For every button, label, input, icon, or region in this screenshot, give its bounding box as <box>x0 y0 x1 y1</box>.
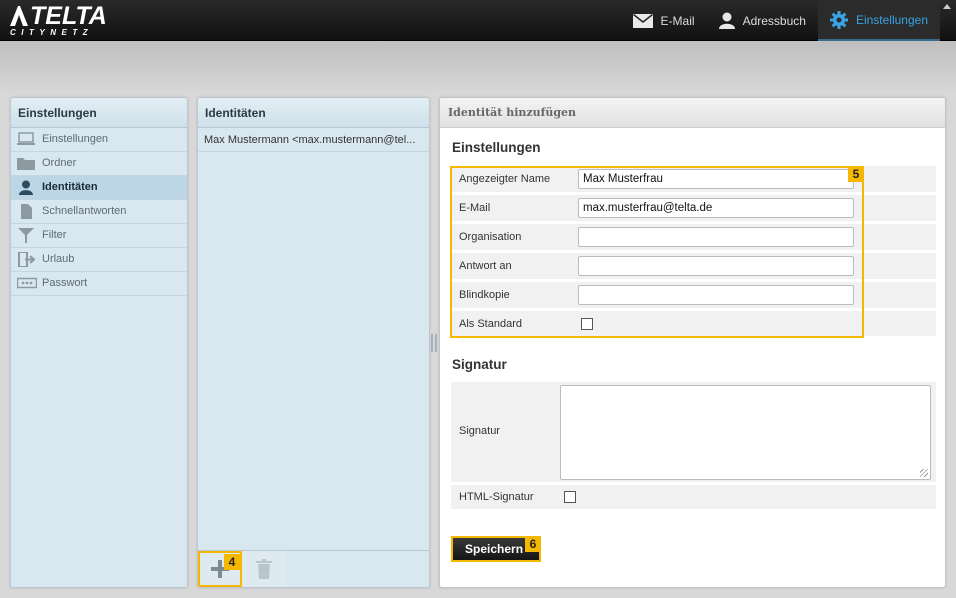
field-row-html-signature: HTML-Signatur <box>451 485 936 509</box>
bcc-label: Blindkopie <box>459 289 510 301</box>
nav-settings[interactable]: Einstellungen <box>817 0 940 41</box>
monitor-icon <box>17 132 35 145</box>
telta-logo[interactable]: TELTA CITYNETZ <box>8 2 118 40</box>
bcc-input[interactable] <box>578 285 854 305</box>
form-panel-title: Identität hinzufügen <box>440 98 945 128</box>
folder-icon <box>17 158 35 170</box>
identity-form-panel: Identität hinzufügen Einstellungen Angez… <box>439 97 946 588</box>
panel-splitter[interactable] <box>431 334 437 352</box>
field-row-reply-to: Antwort an <box>451 253 936 280</box>
field-row-display-name: Angezeigter Name <box>451 166 936 193</box>
sidebar-item-einstellungen[interactable]: Einstellungen <box>11 128 187 152</box>
sidebar-item-label: Urlaub <box>42 253 75 265</box>
identities-panel-title: Identitäten <box>198 98 429 128</box>
logo-text: TELTA <box>30 2 107 30</box>
add-identity-button[interactable]: 4 <box>198 551 242 587</box>
default-label: Als Standard <box>459 318 522 330</box>
nav-addressbook[interactable]: Adressbuch <box>707 0 818 41</box>
header-band <box>0 41 956 91</box>
email-label: E-Mail <box>459 202 491 214</box>
funnel-icon <box>18 228 34 243</box>
signature-section-title: Signatur <box>452 357 507 372</box>
person-icon <box>718 12 735 29</box>
display-name-label: Angezeigter Name <box>459 173 551 185</box>
delete-identity-button[interactable] <box>242 551 286 587</box>
logo-mark-icon <box>10 6 28 26</box>
person-icon <box>19 180 33 195</box>
sidebar-item-label: Schnellantworten <box>42 205 127 217</box>
identities-footer: 4 <box>198 550 429 587</box>
settings-sidebar-title: Einstellungen <box>11 98 187 128</box>
signature-label: Signatur <box>459 425 500 437</box>
sidebar-item-label: Ordner <box>42 157 77 169</box>
exit-icon <box>18 252 35 267</box>
field-row-email: E-Mail <box>451 195 936 222</box>
display-name-input[interactable] <box>578 169 854 189</box>
field-row-bcc: Blindkopie <box>451 282 936 309</box>
field-row-signature: Signatur <box>451 382 936 482</box>
step-badge-4: 4 <box>224 554 240 570</box>
logo-subtext: CITYNETZ <box>10 28 94 37</box>
envelope-icon <box>632 13 653 28</box>
trash-icon <box>256 559 272 579</box>
top-header: TELTA CITYNETZ E-Mail Adressbuch Einstel… <box>0 0 956 41</box>
email-input[interactable] <box>578 198 854 218</box>
settings-section-title: Einstellungen <box>452 140 541 155</box>
sidebar-item-label: Einstellungen <box>42 133 109 145</box>
collapse-caret-icon[interactable] <box>943 4 951 9</box>
sidebar-item-identitaeten[interactable]: Identitäten <box>11 176 187 200</box>
resize-grip-icon[interactable] <box>920 469 928 477</box>
password-icon <box>17 277 37 289</box>
sidebar-item-urlaub[interactable]: Urlaub <box>11 248 187 272</box>
document-icon <box>21 204 32 219</box>
nav-addressbook-label: Adressbuch <box>742 13 806 28</box>
field-row-default: Als Standard <box>451 311 936 337</box>
reply-to-label: Antwort an <box>459 260 512 272</box>
sidebar-item-label: Identitäten <box>42 181 98 193</box>
organisation-input[interactable] <box>578 227 854 247</box>
reply-to-input[interactable] <box>578 256 854 276</box>
sidebar-item-label: Filter <box>42 229 67 241</box>
save-button-label: Speichern <box>465 542 524 556</box>
signature-textarea[interactable] <box>560 385 931 480</box>
html-signature-label: HTML-Signatur <box>459 491 534 503</box>
identities-panel: Identitäten Max Mustermann <max.musterma… <box>197 97 430 588</box>
nav-email-label: E-Mail <box>660 13 695 28</box>
settings-sidebar: Einstellungen Einstellungen Ordner Ident… <box>10 97 188 588</box>
sidebar-item-label: Passwort <box>42 277 88 289</box>
sidebar-item-ordner[interactable]: Ordner <box>11 152 187 176</box>
html-signature-checkbox[interactable] <box>564 491 576 503</box>
identity-list-item[interactable]: Max Mustermann <max.mustermann@tel... <box>198 128 429 152</box>
sidebar-item-filter[interactable]: Filter <box>11 224 187 248</box>
step-badge-6: 6 <box>525 536 541 552</box>
nav-settings-label: Einstellungen <box>855 12 928 27</box>
sidebar-item-passwort[interactable]: Passwort <box>11 272 187 296</box>
main-nav: E-Mail Adressbuch Einstellungen <box>621 0 940 41</box>
gear-icon <box>829 10 848 29</box>
default-checkbox[interactable] <box>581 318 593 330</box>
field-row-organisation: Organisation <box>451 224 936 251</box>
organisation-label: Organisation <box>459 231 522 243</box>
nav-email[interactable]: E-Mail <box>621 0 707 41</box>
save-button[interactable]: Speichern 6 <box>451 536 541 562</box>
sidebar-item-schnellantworten[interactable]: Schnellantworten <box>11 200 187 224</box>
